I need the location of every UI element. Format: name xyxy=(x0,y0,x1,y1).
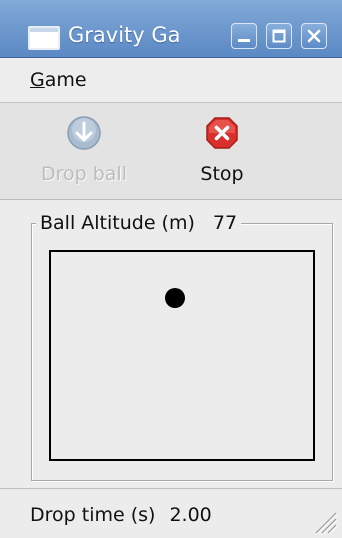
window-icon[interactable] xyxy=(28,26,60,50)
drop-ball-button[interactable]: Drop ball xyxy=(24,103,144,199)
altitude-value: 77 xyxy=(212,212,238,234)
title-bar[interactable]: Gravity Ga xyxy=(0,0,342,58)
resize-grip-icon[interactable] xyxy=(308,505,338,535)
drop-time-label: Drop time (s) xyxy=(30,504,156,526)
close-button[interactable] xyxy=(301,23,327,49)
minimize-icon xyxy=(238,39,250,42)
drop-canvas xyxy=(49,250,315,461)
menu-bar: Game xyxy=(0,58,342,103)
toolbar: Drop ball Stop xyxy=(0,103,342,200)
close-icon xyxy=(307,29,321,43)
gravity-game-window: Gravity Ga Game Drop ball Stop Ball Alti… xyxy=(0,0,342,538)
drop-ball-label: Drop ball xyxy=(40,163,127,185)
status-bar: Drop time (s) 2.00 xyxy=(0,488,342,538)
down-arrow-icon xyxy=(67,116,101,150)
stop-icon xyxy=(206,117,238,149)
window-title: Gravity Ga xyxy=(68,23,181,47)
stop-label: Stop xyxy=(200,163,244,185)
stop-button[interactable]: Stop xyxy=(180,103,264,199)
altitude-label: Ball Altitude (m) xyxy=(40,212,195,234)
drop-time-status: Drop time (s) 2.00 xyxy=(30,503,212,527)
maximize-icon xyxy=(272,29,286,43)
minimize-button[interactable] xyxy=(231,23,257,49)
menu-game-mnemonic: G xyxy=(30,69,45,91)
menu-game-label: ame xyxy=(44,69,87,91)
drop-time-value: 2.00 xyxy=(169,504,212,526)
maximize-button[interactable] xyxy=(266,23,292,49)
menu-game[interactable]: Game xyxy=(30,68,87,92)
ball xyxy=(165,288,185,308)
altitude-legend: Ball Altitude (m) 77 xyxy=(36,210,242,236)
